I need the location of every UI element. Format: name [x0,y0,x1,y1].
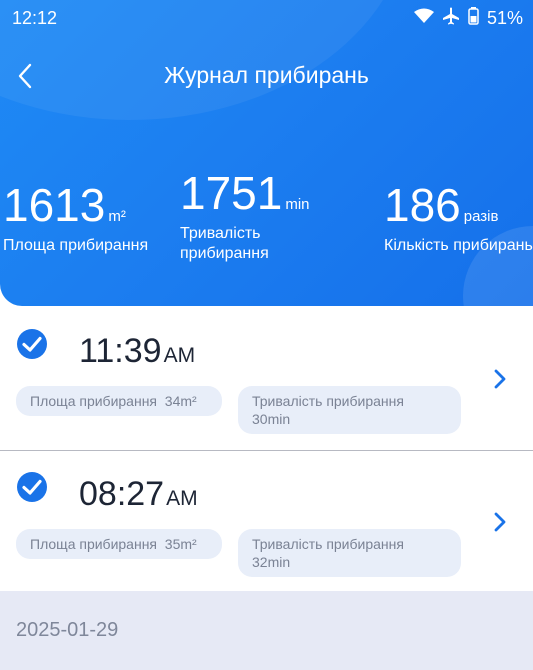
record-area-value: 35m² [164,536,197,552]
header: 12:12 51% Журнал прибирань 1613 m² Площа … [0,0,533,306]
record-area-pill: Площа прибирання 35m² [16,529,222,559]
date-label: 2025-01-29 [16,619,119,641]
record-duration-value: 30min [252,411,291,427]
chevron-right-icon [493,511,507,538]
date-section-header: 2025-01-29 [0,591,533,670]
record-time-value: 11:39 [79,332,162,370]
record-duration-pill: Тривалість прибирання 32min [238,529,461,577]
record-area-value: 34m² [164,393,197,409]
stat-duration: 1751 min Тривалість прибирання [180,170,310,264]
record-area-label: Площа прибирання [30,393,158,409]
record-time: 11:39AM [79,332,195,371]
stat-count-label: Кількість прибирань [384,237,533,254]
status-icons: 51% [413,7,523,30]
stat-count-value: 186 [384,179,461,231]
airplane-icon [442,7,460,30]
stat-area-value: 1613 [3,179,106,231]
cleaning-record[interactable]: 11:39AM Площа прибирання 34m² Тривалість… [0,308,533,451]
page-title: Журнал прибирань [164,62,369,88]
record-time-ampm: AM [163,344,196,367]
stat-area: 1613 m² Площа прибирання [3,182,148,256]
battery-percent: 51% [486,8,523,28]
stat-count: 186 разів Кількість прибирань [384,182,533,256]
record-duration-label: Тривалість прибирання [252,536,404,552]
record-time-value: 08:27 [79,475,165,513]
status-bar: 12:12 51% [0,0,533,38]
record-duration-label: Тривалість прибирання [252,393,404,409]
stat-area-unit: m² [108,208,126,225]
status-time: 12:12 [12,8,58,28]
record-area-label: Площа прибирання [30,536,158,552]
record-duration-pill: Тривалість прибирання 30min [238,386,461,434]
stat-duration-value: 1751 [180,167,283,219]
record-time: 08:27AM [79,475,198,514]
cleaning-record[interactable]: 08:27AM Площа прибирання 35m² Тривалість… [0,451,533,593]
stat-duration-unit: min [285,196,310,213]
stat-duration-label: Тривалість прибирання [180,225,269,262]
check-icon [16,471,48,508]
record-time-ampm: AM [166,487,198,510]
check-icon [16,328,48,365]
battery-icon [468,7,479,30]
stat-count-unit: разів [463,208,499,225]
record-duration-value: 32min [252,554,291,570]
wifi-icon [413,8,434,29]
chevron-right-icon [493,368,507,395]
stat-area-label: Площа прибирання [3,237,149,254]
record-area-pill: Площа прибирання 34m² [16,386,222,416]
